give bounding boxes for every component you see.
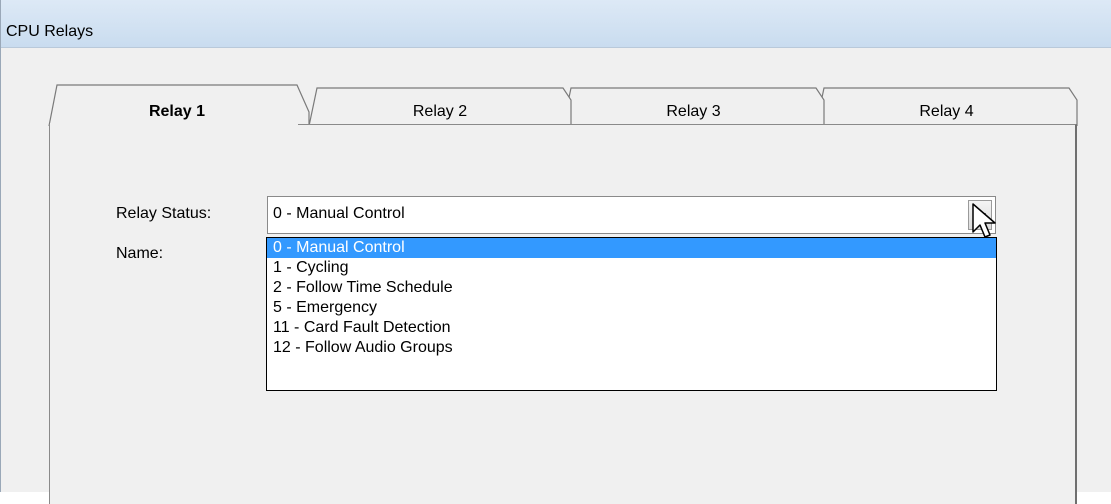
- name-label: Name:: [116, 245, 164, 262]
- relay-status-dropdown-list: 0 - Manual Control 1 - Cycling 2 - Follo…: [266, 237, 997, 391]
- tab-relay-3[interactable]: Relay 3: [571, 102, 816, 124]
- tab-relay-2[interactable]: Relay 2: [317, 102, 563, 124]
- relay-status-value: 0 - Manual Control: [273, 205, 405, 222]
- cpu-relays-window: CPU Relays Relay 1 Relay 2 Relay 3 Relay…: [0, 0, 1111, 504]
- dropdown-option-manual-control[interactable]: 0 - Manual Control: [267, 238, 996, 258]
- dropdown-option-emergency[interactable]: 5 - Emergency: [267, 298, 996, 318]
- relay-status-combobox[interactable]: 0 - Manual Control: [267, 196, 996, 234]
- relay-status-label: Relay Status:: [116, 205, 212, 222]
- dropdown-option-card-fault-detection[interactable]: 11 - Card Fault Detection: [267, 318, 996, 338]
- tab-relay-4[interactable]: Relay 4: [824, 102, 1069, 124]
- dropdown-option-follow-audio-groups[interactable]: 12 - Follow Audio Groups: [267, 338, 996, 358]
- tab-relay-1[interactable]: Relay 1: [57, 102, 297, 124]
- dropdown-option-cycling[interactable]: 1 - Cycling: [267, 258, 996, 278]
- dropdown-option-follow-time-schedule[interactable]: 2 - Follow Time Schedule: [267, 278, 996, 298]
- mouse-pointer-icon: [972, 203, 996, 238]
